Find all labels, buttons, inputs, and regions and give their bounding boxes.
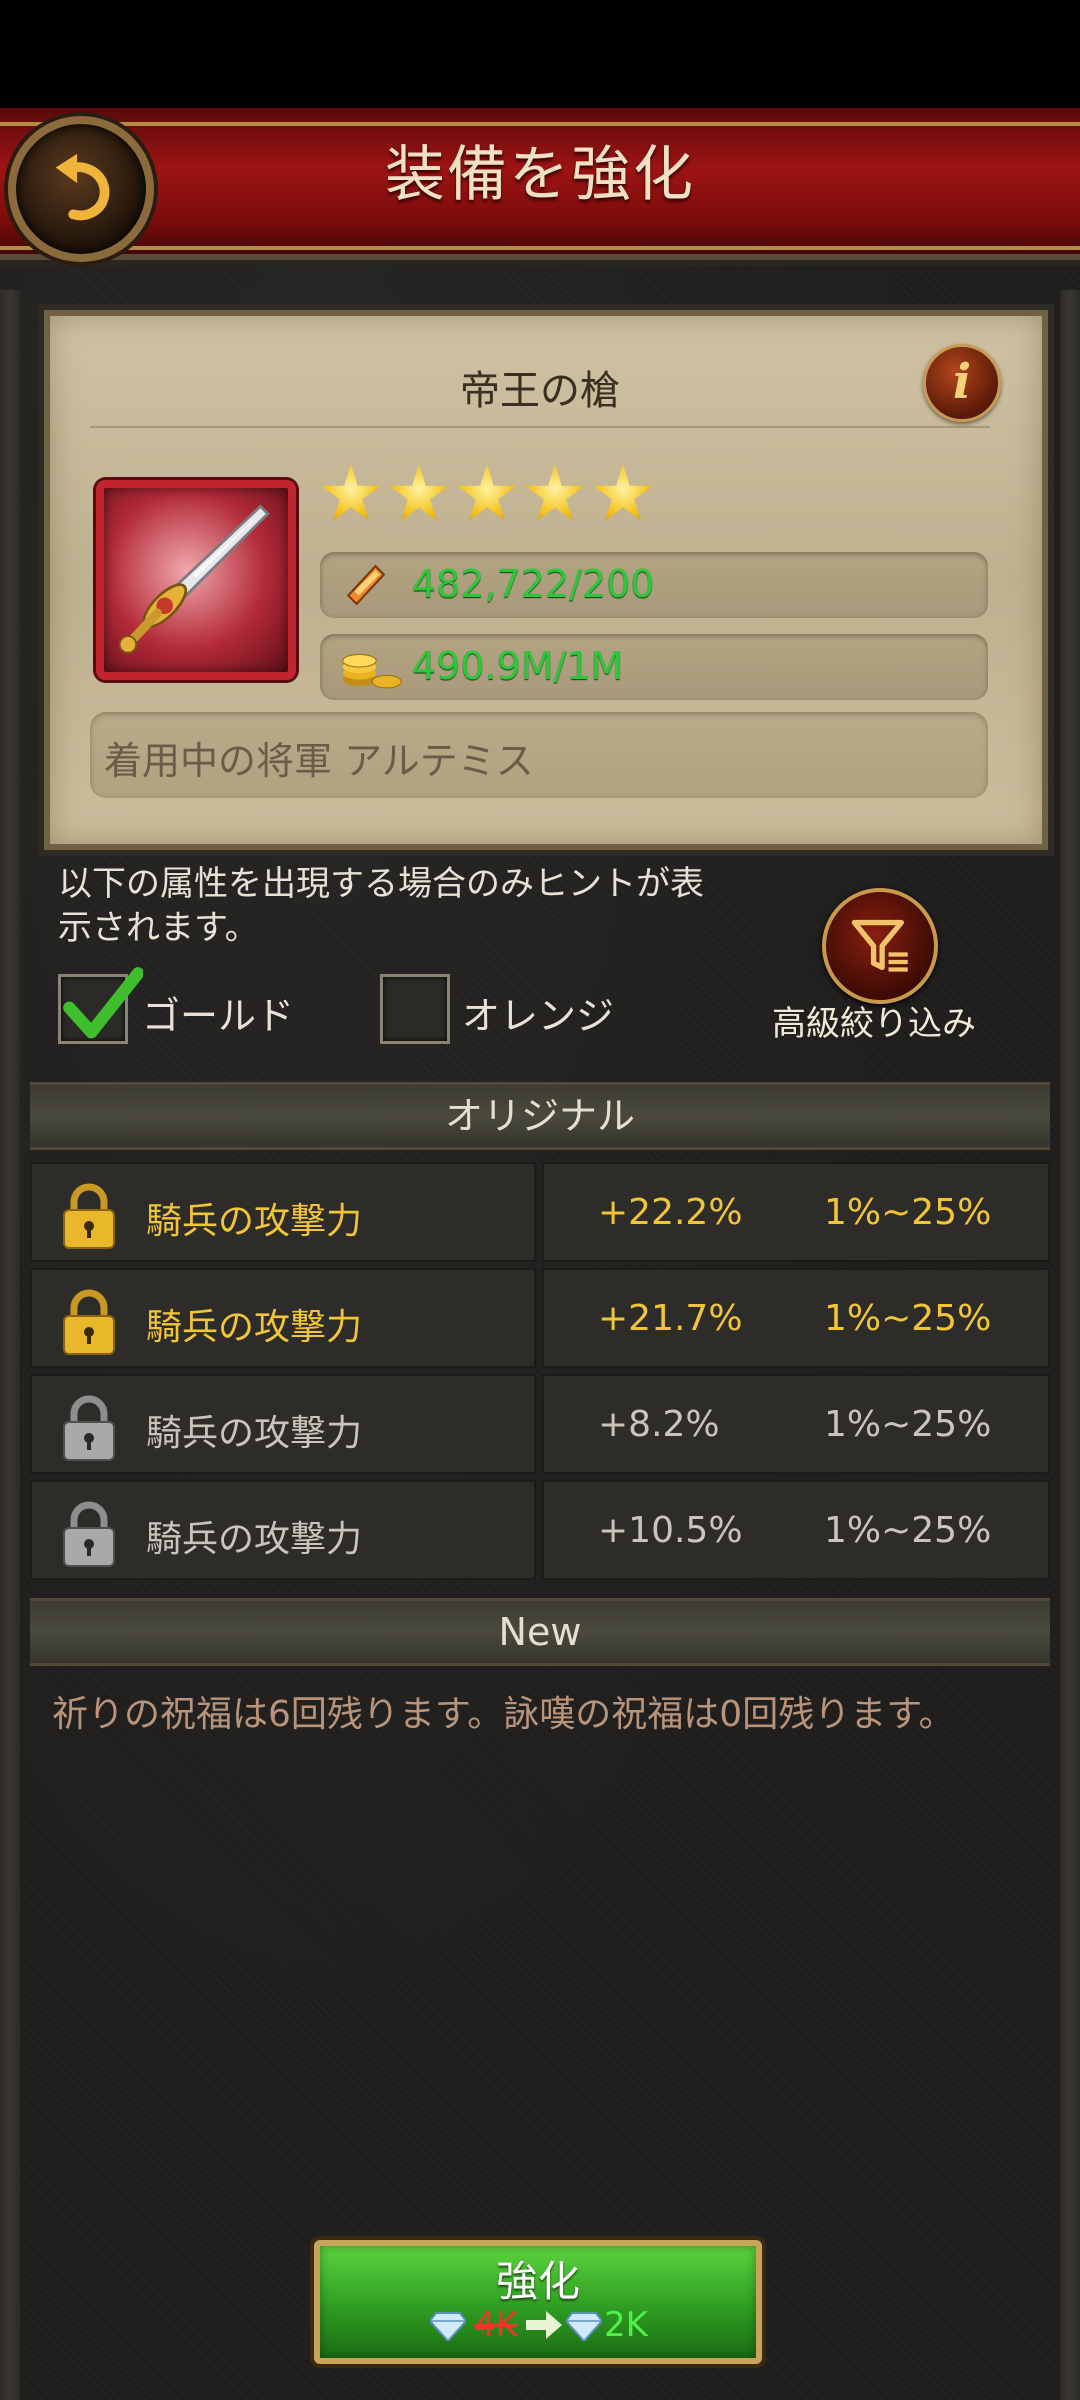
attribute-range: 1%~25% — [824, 1510, 992, 1551]
arrow-right-icon — [526, 2311, 562, 2339]
attribute-name: 騎兵の攻撃力 — [146, 1413, 363, 1454]
material-bar: 482,722/200 — [320, 552, 988, 618]
back-button[interactable] — [8, 116, 154, 262]
locked-padlock-icon[interactable] — [62, 1182, 116, 1250]
discounted-cost: 2K — [604, 2305, 648, 2345]
advanced-filter-button[interactable] — [822, 888, 938, 1004]
star-icon — [457, 464, 517, 521]
attribute-name: 騎兵の攻撃力 — [146, 1201, 363, 1242]
item-icon-frame[interactable] — [96, 480, 296, 680]
locked-padlock-icon[interactable] — [62, 1288, 116, 1356]
attribute-value: +21.7% — [598, 1298, 743, 1339]
equipped-by-text: 着用中の将軍 アルテミス — [104, 739, 534, 783]
sword-icon — [118, 504, 270, 654]
star-icon — [389, 464, 449, 521]
page-title: 装備を強化 — [385, 140, 695, 210]
attribute-range: 1%~25% — [824, 1298, 992, 1339]
attribute-row: 騎兵の攻撃力 +8.2% 1%~25% — [30, 1374, 1050, 1474]
gold-checkbox-label[interactable]: ゴールド — [142, 985, 294, 1040]
attribute-value: +8.2% — [598, 1404, 720, 1445]
gold-checkbox[interactable] — [58, 967, 143, 1044]
attribute-range: 1%~25% — [824, 1404, 992, 1445]
attribute-row: 騎兵の攻撃力 +22.2% 1%~25% — [30, 1162, 1050, 1262]
enhance-cost: 4K 2K — [430, 2305, 670, 2349]
gold-amount: 490.9M/1M — [412, 644, 624, 688]
attribute-value: +10.5% — [598, 1510, 743, 1551]
orange-checkbox-label[interactable]: オレンジ — [462, 985, 614, 1040]
advanced-filter-label[interactable]: 高級絞り込み — [764, 996, 984, 1045]
info-icon: i — [952, 354, 972, 410]
new-section-header: New — [30, 1598, 1050, 1666]
attribute-range: 1%~25% — [824, 1192, 992, 1233]
diamond-icon — [430, 2312, 466, 2341]
star-icon — [525, 464, 585, 521]
blessing-remaining-text: 祈りの祝福は6回残ります。詠嘆の祝福は0回残ります。 — [52, 1694, 955, 1735]
hint-text: 以下の属性を出現する場合のみヒントが表示されます。 — [58, 864, 704, 948]
diamond-icon — [566, 2312, 602, 2341]
original-section-header: オリジナル — [30, 1082, 1050, 1150]
left-rail — [0, 290, 20, 2400]
right-rail — [1060, 290, 1080, 2400]
unlocked-padlock-icon[interactable] — [62, 1394, 116, 1462]
divider — [90, 426, 990, 428]
original-cost: 4K — [474, 2305, 518, 2345]
crystal-icon — [346, 564, 386, 606]
enhance-button-label[interactable]: 強化 — [314, 2248, 762, 2309]
material-amount: 482,722/200 — [412, 562, 655, 606]
attribute-name: 騎兵の攻撃力 — [146, 1307, 363, 1348]
back-arrow-icon — [55, 153, 110, 221]
attribute-value: +22.2% — [598, 1192, 743, 1233]
star-icon — [321, 464, 381, 521]
gold-bar: 490.9M/1M — [320, 634, 988, 700]
info-button[interactable]: i — [923, 344, 1001, 422]
attribute-row: 騎兵の攻撃力 +10.5% 1%~25% — [30, 1480, 1050, 1580]
attribute-row: 騎兵の攻撃力 +21.7% 1%~25% — [30, 1268, 1050, 1368]
star-rating — [320, 464, 660, 534]
unlocked-padlock-icon[interactable] — [62, 1500, 116, 1568]
filter-icon — [851, 919, 908, 972]
item-name: 帝王の槍 — [460, 368, 620, 414]
gold-coins-icon — [342, 653, 402, 689]
attribute-name: 騎兵の攻撃力 — [146, 1519, 363, 1560]
checkmark-icon — [63, 967, 143, 1039]
star-icon — [593, 464, 653, 521]
orange-checkbox[interactable] — [380, 974, 450, 1044]
